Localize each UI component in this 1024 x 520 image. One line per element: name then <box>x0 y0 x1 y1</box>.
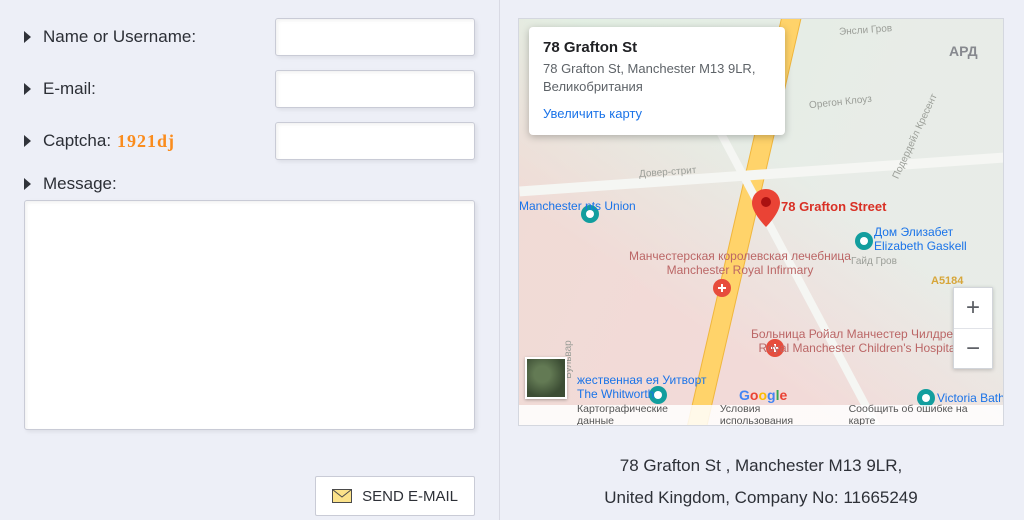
zoom-out-button[interactable]: − <box>954 328 992 368</box>
info-window-title: 78 Grafton St <box>543 39 771 56</box>
email-row: E-mail: <box>24 70 475 108</box>
envelope-icon <box>332 489 352 503</box>
map-attribution: Картографические данные Условия использо… <box>519 405 1003 425</box>
map-pin-icon <box>752 189 780 232</box>
map-poi-label: Manchester nts Union <box>519 199 636 213</box>
map-poi-sublabel: Royal Manchester Children's Hospital <box>758 341 958 355</box>
chevron-right-icon <box>24 31 31 43</box>
message-label-text: Message: <box>43 174 117 194</box>
satellite-toggle[interactable] <box>525 357 567 399</box>
map-poi-label: Больница Ройал Манчестер Чилдренс Royal … <box>751 327 966 356</box>
address-line-1: 78 Grafton St , Manchester M13 9LR, <box>518 450 1004 482</box>
map-district-label: АРД <box>949 43 978 59</box>
captcha-label: Captcha: 1921dj <box>24 131 275 152</box>
name-input[interactable] <box>275 18 475 56</box>
map-poi-label: Дом ЭлизабетElizabeth Gaskell <box>874 225 967 254</box>
info-window-address: 78 Grafton St, Manchester M13 9LR, Велик… <box>543 60 771 96</box>
attrib-terms-link[interactable]: Условия использования <box>720 403 835 426</box>
captcha-label-text: Captcha: <box>43 131 111 151</box>
zoom-control: + − <box>953 287 993 369</box>
map-poi-label: жественная ея УитвортThe Whitworth <box>577 373 706 402</box>
enlarge-map-link[interactable]: Увеличить карту <box>543 106 771 121</box>
map-info-window: 78 Grafton St 78 Grafton St, Manchester … <box>529 27 785 135</box>
attrib-carto[interactable]: Картографические данные <box>577 403 706 426</box>
map-pin-label: 78 Grafton Street <box>781 199 886 214</box>
captcha-code: 1921dj <box>117 131 175 152</box>
name-label: Name or Username: <box>24 27 275 47</box>
send-button-label: SEND E-MAIL <box>362 488 458 505</box>
name-row: Name or Username: <box>24 18 475 56</box>
chevron-right-icon <box>24 178 31 190</box>
map-poi-label: Манчестерская королевская лечебница Manc… <box>629 249 851 278</box>
message-label-row: Message: <box>24 174 475 194</box>
company-address: 78 Grafton St , Manchester M13 9LR, Unit… <box>518 450 1004 515</box>
map-road-badge: A5184 <box>931 275 963 287</box>
captcha-row: Captcha: 1921dj <box>24 122 475 160</box>
google-logo: Google <box>739 387 787 403</box>
address-line-2: United Kingdom, Company No: 11665249 <box>518 482 1004 514</box>
zoom-in-button[interactable]: + <box>954 288 992 328</box>
email-input[interactable] <box>275 70 475 108</box>
email-label: E-mail: <box>24 79 275 99</box>
chevron-right-icon <box>24 83 31 95</box>
contact-form-panel: Name or Username: E-mail: Captcha: 1921d… <box>0 0 500 520</box>
map-poi-sublabel: Manchester Royal Infirmary <box>667 263 814 277</box>
email-label-text: E-mail: <box>43 79 96 99</box>
captcha-input[interactable] <box>275 122 475 160</box>
send-email-button[interactable]: SEND E-MAIL <box>315 476 475 516</box>
name-label-text: Name or Username: <box>43 27 196 47</box>
poi-icon <box>855 232 873 250</box>
attrib-report-link[interactable]: Сообщить об ошибке на карте <box>849 403 995 426</box>
map-street-label: Гайд Гров <box>851 256 897 267</box>
chevron-right-icon <box>24 135 31 147</box>
hospital-icon <box>713 279 731 297</box>
message-textarea[interactable] <box>24 200 475 430</box>
map[interactable]: Энсли Гров АРД Орегон Клоуз Подердейл Кр… <box>518 18 1004 426</box>
map-panel: Энсли Гров АРД Орегон Клоуз Подердейл Кр… <box>500 0 1024 520</box>
